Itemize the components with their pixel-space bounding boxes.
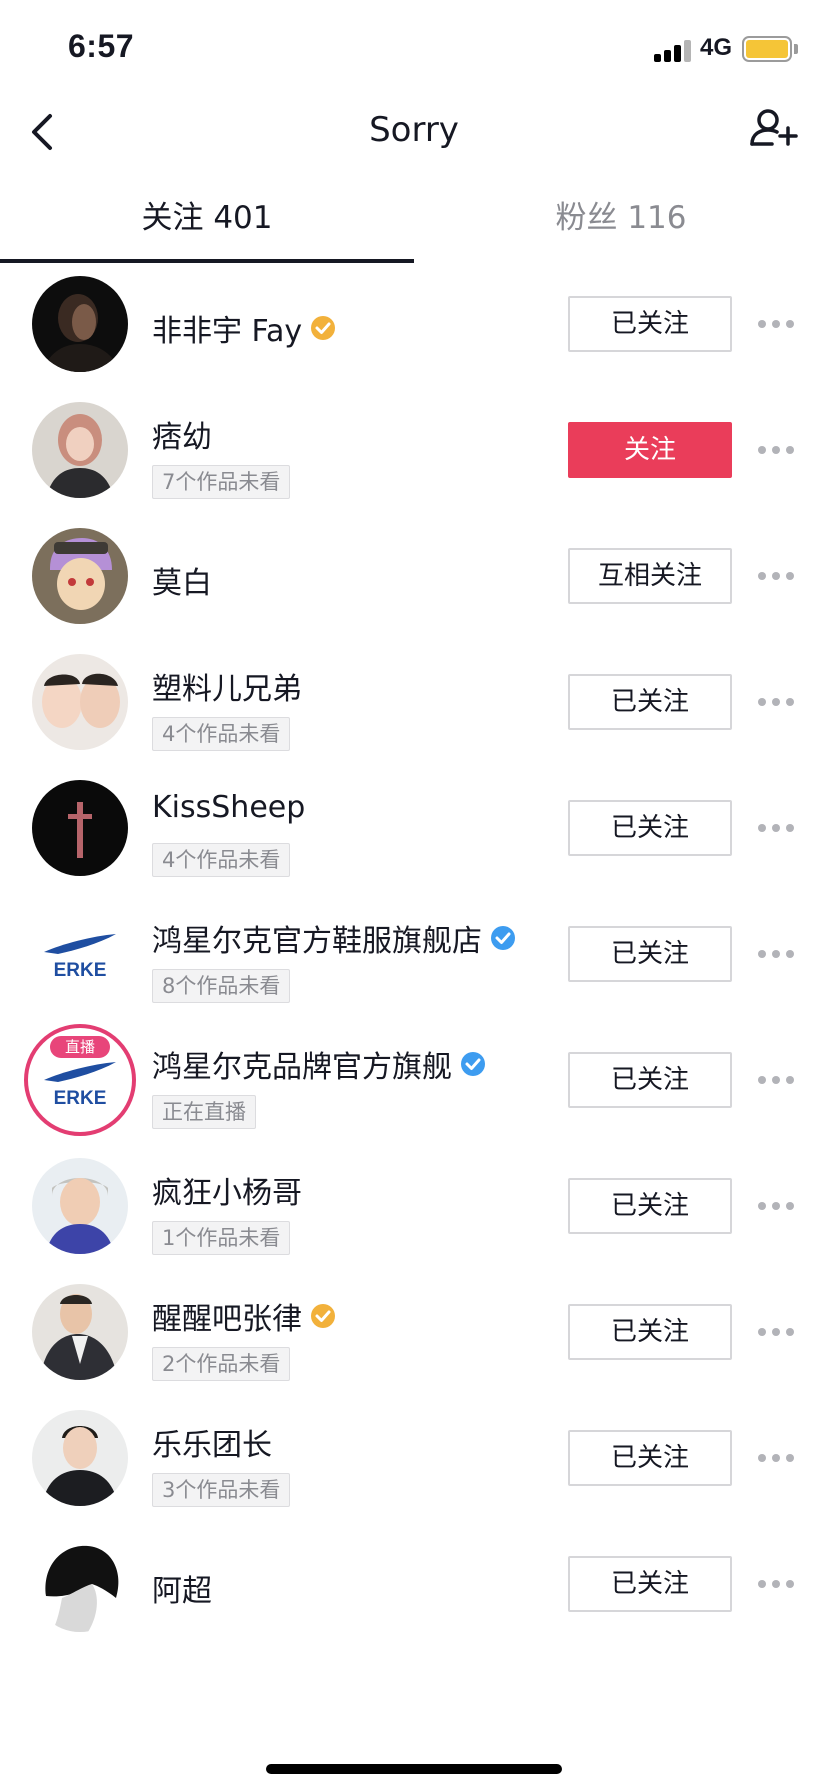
user-name: 非非宇 Fay xyxy=(152,314,303,349)
user-name-line: 痞幼 xyxy=(152,412,212,456)
user-name-line: KissSheep xyxy=(152,790,305,825)
tab-fans[interactable]: 粉丝 116 xyxy=(414,196,828,264)
verified-blue-icon xyxy=(491,926,515,950)
followed-button[interactable]: 已关注 xyxy=(568,800,732,856)
user-name: 痞幼 xyxy=(152,420,212,455)
tab-indicator xyxy=(0,259,414,263)
avatar[interactable] xyxy=(32,1158,128,1254)
unseen-works-badge: 2个作品未看 xyxy=(152,1347,291,1381)
list-item[interactable]: ERKE 鸿星尔克官方鞋服旗舰店 8个作品未看 已关注 xyxy=(0,906,828,1050)
list-item[interactable]: 阿超 已关注 xyxy=(0,1536,828,1680)
user-name: 醒醒吧张律 xyxy=(152,1302,302,1337)
list-item[interactable]: ERKE 直播 鸿星尔克品牌官方旗舰 正在直播 已关注 xyxy=(0,1024,828,1176)
followed-button[interactable]: 已关注 xyxy=(568,1430,732,1486)
avatar[interactable]: ERKE xyxy=(32,906,128,1002)
unseen-works-badge: 4个作品未看 xyxy=(152,717,291,751)
more-options-icon[interactable] xyxy=(758,1446,794,1470)
page-title: Sorry xyxy=(369,110,459,150)
more-options-icon[interactable] xyxy=(758,1320,794,1344)
unseen-works-badge: 1个作品未看 xyxy=(152,1221,291,1255)
more-options-icon[interactable] xyxy=(758,1194,794,1218)
unseen-works-badge: 4个作品未看 xyxy=(152,843,291,877)
user-name-line: 非非宇 Fay xyxy=(152,306,336,350)
user-name-line: 乐乐团长 xyxy=(152,1420,272,1464)
home-indicator[interactable] xyxy=(266,1764,562,1774)
user-name: 塑料儿兄弟 xyxy=(152,672,302,707)
more-options-icon[interactable] xyxy=(758,816,794,840)
avatar[interactable] xyxy=(32,780,128,876)
verified-gold-icon xyxy=(311,316,336,340)
avatar[interactable] xyxy=(32,1284,128,1380)
unseen-works-badge: 8个作品未看 xyxy=(152,969,291,1003)
avatar[interactable] xyxy=(32,1536,128,1632)
user-name: 阿超 xyxy=(152,1574,212,1609)
tab-bar: 关注 401 粉丝 116 xyxy=(0,196,828,264)
status-bar: 6:57 4G xyxy=(0,0,828,96)
user-name: 莫白 xyxy=(152,566,212,601)
user-name: 疯狂小杨哥 xyxy=(152,1176,302,1211)
signal-icon xyxy=(654,38,694,62)
avatar[interactable] xyxy=(32,1410,128,1506)
list-item[interactable]: KissSheep 4个作品未看 已关注 xyxy=(0,780,828,924)
list-item[interactable]: 塑料儿兄弟 4个作品未看 已关注 xyxy=(0,654,828,798)
list-item[interactable]: 痞幼 7个作品未看 关注 xyxy=(0,402,828,546)
more-options-icon[interactable] xyxy=(758,312,794,336)
battery-tip xyxy=(794,44,798,54)
avatar[interactable] xyxy=(32,276,128,372)
follow-button[interactable]: 关注 xyxy=(568,422,732,478)
live-status-badge: 正在直播 xyxy=(152,1095,256,1129)
user-name-line: 醒醒吧张律 xyxy=(152,1294,336,1338)
user-name-line: 鸿星尔克官方鞋服旗舰店 xyxy=(152,916,516,960)
list-item[interactable]: 疯狂小杨哥 1个作品未看 已关注 xyxy=(0,1158,828,1302)
live-tag: 直播 xyxy=(50,1036,110,1058)
list-item[interactable]: 莫白 互相关注 xyxy=(0,528,828,672)
followed-button[interactable]: 已关注 xyxy=(568,1052,732,1108)
more-options-icon[interactable] xyxy=(758,690,794,714)
followed-button[interactable]: 已关注 xyxy=(568,1556,732,1612)
unseen-works-badge: 3个作品未看 xyxy=(152,1473,291,1507)
nav-bar: Sorry xyxy=(0,96,828,196)
verified-blue-icon xyxy=(461,1052,485,1076)
mutual-follow-button[interactable]: 互相关注 xyxy=(568,548,732,604)
more-options-icon[interactable] xyxy=(758,438,794,462)
avatar[interactable] xyxy=(32,402,128,498)
more-options-icon[interactable] xyxy=(758,1068,794,1092)
user-name: 鸿星尔克官方鞋服旗舰店 xyxy=(152,924,482,959)
battery-icon xyxy=(742,36,792,62)
more-options-icon[interactable] xyxy=(758,942,794,966)
user-name-line: 鸿星尔克品牌官方旗舰 xyxy=(152,1042,486,1086)
user-name-line: 疯狂小杨哥 xyxy=(152,1168,302,1212)
followed-button[interactable]: 已关注 xyxy=(568,1178,732,1234)
erke-logo-text: ERKE xyxy=(54,1088,107,1109)
user-name: 乐乐团长 xyxy=(152,1428,272,1463)
followed-button[interactable]: 已关注 xyxy=(568,926,732,982)
followed-button[interactable]: 已关注 xyxy=(568,1304,732,1360)
more-options-icon[interactable] xyxy=(758,1572,794,1596)
avatar[interactable] xyxy=(32,528,128,624)
add-friend-button[interactable] xyxy=(746,106,806,166)
user-name: 鸿星尔克品牌官方旗舰 xyxy=(152,1050,452,1085)
more-options-icon[interactable] xyxy=(758,564,794,588)
verified-gold-icon xyxy=(311,1304,335,1328)
add-friend-icon xyxy=(750,109,798,146)
network-label: 4G xyxy=(700,34,733,61)
user-name-line: 莫白 xyxy=(152,558,212,602)
followed-button[interactable]: 已关注 xyxy=(568,296,732,352)
tab-following[interactable]: 关注 401 xyxy=(0,196,414,264)
list-item[interactable]: 非非宇 Fay 已关注 xyxy=(0,276,828,420)
list-item[interactable]: 醒醒吧张律 2个作品未看 已关注 xyxy=(0,1284,828,1428)
status-time: 6:57 xyxy=(68,28,135,64)
user-name: KissSheep xyxy=(152,790,306,825)
user-name-line: 阿超 xyxy=(152,1566,212,1610)
list-item[interactable]: 乐乐团长 3个作品未看 已关注 xyxy=(0,1410,828,1554)
followed-button[interactable]: 已关注 xyxy=(568,674,732,730)
erke-logo-text: ERKE xyxy=(54,960,107,981)
avatar[interactable] xyxy=(32,654,128,750)
user-name-line: 塑料儿兄弟 xyxy=(152,664,302,708)
unseen-works-badge: 7个作品未看 xyxy=(152,465,291,499)
